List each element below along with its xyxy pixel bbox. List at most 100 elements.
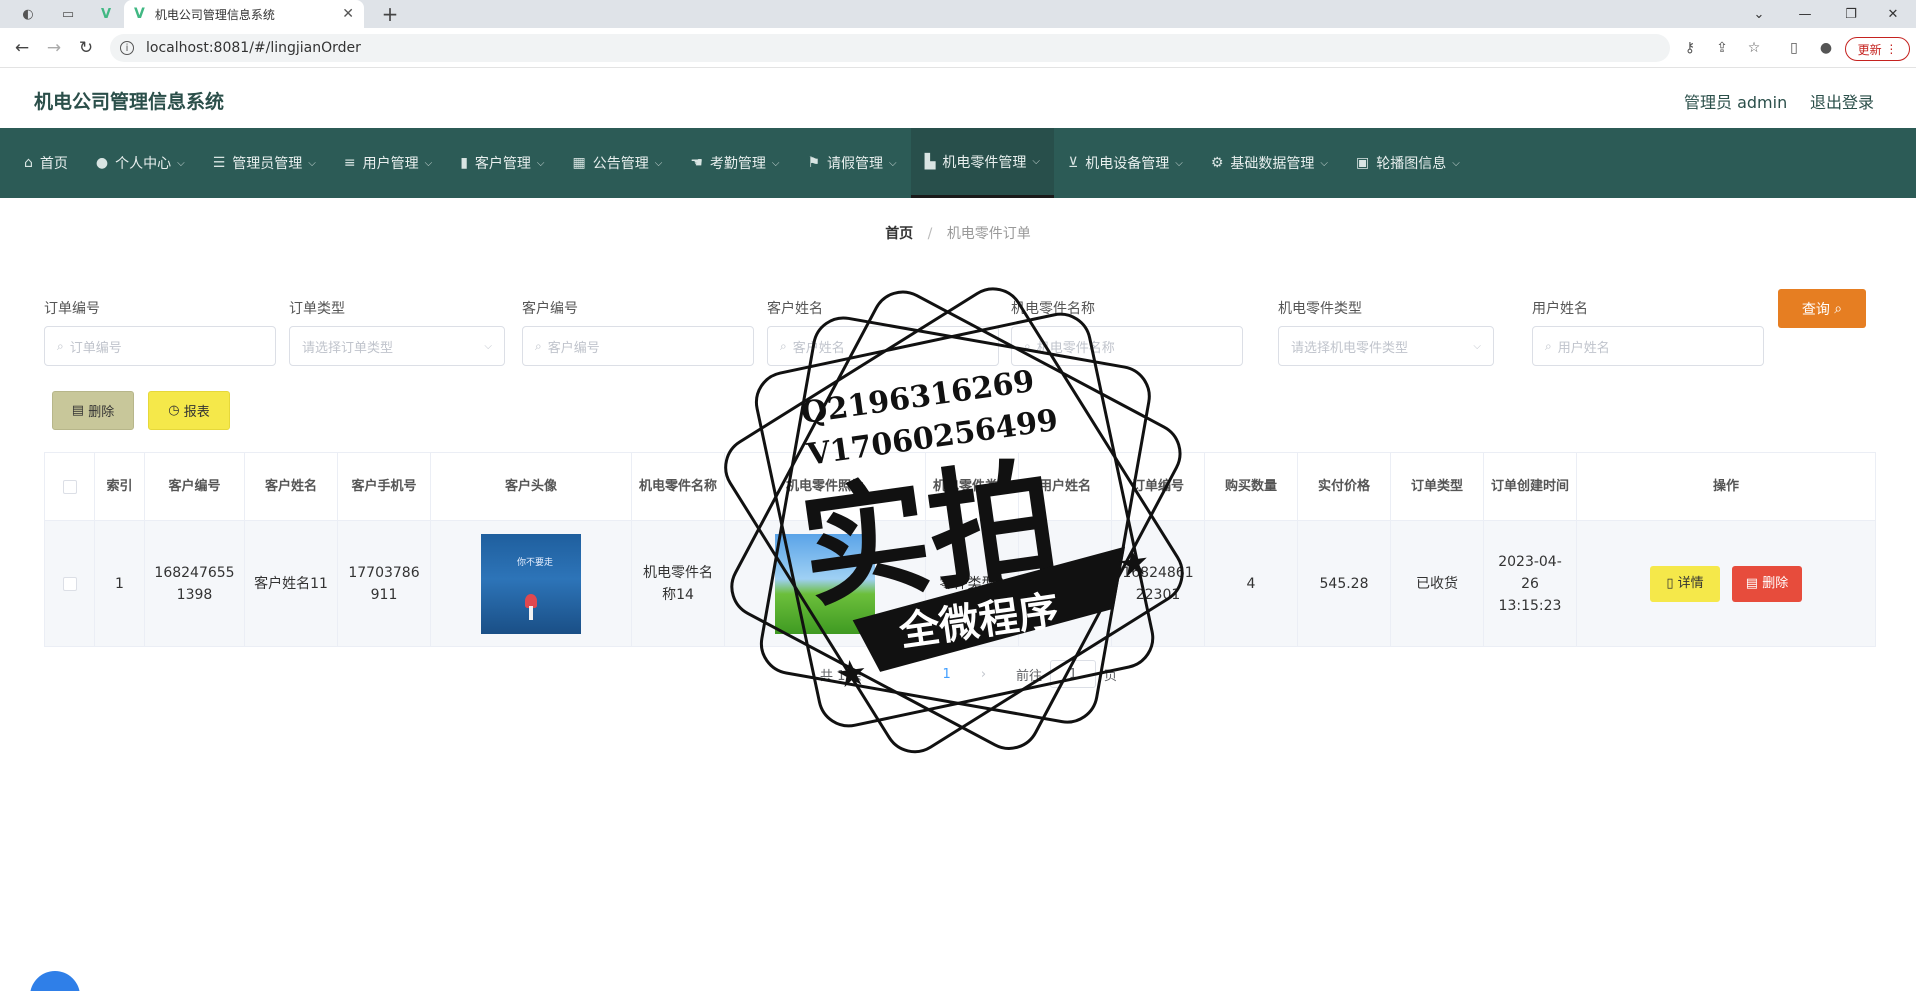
query-button[interactable]: 查询 ⌕ [1778,289,1866,328]
nav-label: 考勤管理 [709,156,766,172]
gear-icon: ⚙ [1210,155,1224,171]
bookmark-star-icon[interactable]: ☆ [1742,36,1766,60]
mic-icon: ⊻ [1068,155,1079,171]
nav-item-personal[interactable]: ● 个人中心 ⌵ [82,128,199,198]
report-button[interactable]: ◷ 报表 [148,391,230,430]
chevron-down-icon: ⌵ [889,157,897,169]
row-checkbox[interactable] [62,576,77,591]
cell-index: 1 [95,521,145,646]
close-tab-icon[interactable]: ✕ [342,6,354,22]
cell-created-at: 2023-04-26 13:15:23 [1484,521,1577,646]
customer-avatar[interactable]: 你不要走 [481,533,581,634]
share-icon[interactable]: ⇪ [1710,36,1734,60]
minimize-button[interactable]: — [1782,0,1828,28]
chevron-down-icon: ⌵ [424,157,433,169]
list-icon: ≡ [343,155,356,171]
col-order-type: 订单类型 [1391,453,1484,520]
nav-label: 轮播图信息 [1376,156,1447,172]
cell-customer-name: 客户姓名11 [245,521,338,646]
chevron-down-icon: ⌵ [1473,340,1481,352]
star-icon: ★ [833,652,871,697]
nav-item-carousel[interactable]: ▣ 轮播图信息 ⌵ [1342,128,1474,198]
breadcrumb-current: 机电零件订单 [946,226,1031,242]
globe-tab-icon[interactable]: ◐ [14,4,42,24]
grid-icon: ▦ [572,155,586,171]
nav-item-admin[interactable]: ☰ 管理员管理 ⌵ [199,128,330,198]
search-icon: ⌕ [535,338,542,353]
nav-item-equipment[interactable]: ⊻ 机电设备管理 ⌵ [1054,128,1197,198]
key-icon[interactable]: ⚷ [1678,36,1702,60]
nav-label: 个人中心 [115,156,172,172]
flag-icon: ⚑ [807,155,821,171]
vue-tab-icon[interactable]: V [92,4,120,24]
cell-customer-no: 1682476551398 [145,521,245,646]
vue-favicon-icon: V [134,6,145,22]
reload-icon[interactable]: ↻ [74,36,98,60]
nav-item-customers[interactable]: ▮ 客户管理 ⌵ [446,128,558,198]
part-type-select[interactable]: 请选择机电零件类型 ⌵ [1278,326,1494,366]
chevron-down-icon: ⌵ [484,340,492,352]
avatar-figure [529,605,533,620]
star-icon: ★ [1115,541,1153,586]
chevron-down-icon: ⌵ [1320,157,1329,169]
order-type-label: 订单类型 [289,301,345,317]
floating-badge[interactable] [30,971,80,991]
url-field[interactable]: i localhost:8081/#/lingjianOrder [110,34,1670,62]
blank-tab-icon[interactable]: ▭ [54,4,82,24]
query-label: 查询 [1801,301,1830,318]
nav-label: 机电零件管理 [942,154,1027,171]
nav-item-basedata[interactable]: ⚙ 基础数据管理 ⌵ [1197,128,1342,198]
document-icon: ▯ [1666,575,1674,591]
tab-search-icon[interactable]: ⌄ [1736,0,1782,28]
col-customer-name: 客户姓名 [245,453,338,520]
new-tab-button[interactable]: + [378,2,402,26]
order-type-select[interactable]: 请选择订单类型 ⌵ [289,326,505,366]
profile-icon[interactable]: ● [1814,36,1838,60]
logout-link[interactable]: 退出登录 [1810,89,1874,113]
batch-delete-button[interactable]: ▤ 删除 [52,391,134,430]
site-info-icon[interactable]: i [120,41,134,55]
detail-button[interactable]: ▯ 详情 [1650,565,1720,602]
nav-item-home[interactable]: ⌂ 首页 [10,128,82,198]
restore-button[interactable]: ❐ [1828,0,1874,28]
cell-actions: ▯ 详情 ▤ 删除 [1577,521,1875,646]
url-text: localhost:8081/#/lingjianOrder [146,40,361,56]
app-title: 机电公司管理信息系统 [34,91,225,113]
customer-no-placeholder: 客户编号 [547,340,600,356]
user-name-input[interactable]: ⌕ 用户姓名 [1532,326,1764,366]
sidebar-icon[interactable]: ▯ [1782,36,1806,60]
nav-item-attendance[interactable]: ☚ 考勤管理 ⌵ [676,128,793,198]
select-all-checkbox[interactable] [62,479,77,494]
order-no-input[interactable]: ⌕ 订单编号 [44,326,276,366]
chevron-down-icon: ⌵ [654,157,663,169]
breadcrumb-home[interactable]: 首页 [885,226,913,242]
row-delete-button[interactable]: ▤ 删除 [1732,565,1802,602]
avatar-caption: 你不要走 [517,557,554,568]
user-icon: ● [95,155,109,171]
user-name-field: 用户姓名 ⌕ 用户姓名 [1532,298,1764,366]
breadcrumb: 首页 / 机电零件订单 [0,223,1916,243]
col-customer-no: 客户编号 [145,453,245,520]
col-quantity: 购买数量 [1205,453,1298,520]
nav-item-leave[interactable]: ⚑ 请假管理 ⌵ [793,128,910,198]
picture-icon: ▣ [1356,155,1370,171]
active-browser-tab[interactable]: V 机电公司管理信息系统 ✕ [124,0,364,28]
app-header: 机电公司管理信息系统 管理员 admin 退出登录 [0,69,1916,128]
back-icon[interactable]: ← [10,36,34,60]
user-name-placeholder: 用户姓名 [1557,340,1610,356]
col-created-at: 订单创建时间 [1484,453,1577,520]
nav-item-users[interactable]: ≡ 用户管理 ⌵ [330,128,446,198]
order-type-placeholder: 请选择订单类型 [302,340,394,356]
nav-item-parts[interactable]: ▙ 机电零件管理 ⌵ [910,128,1055,198]
trash-icon: ▤ [71,403,85,418]
nav-label: 基础数据管理 [1230,156,1315,172]
nav-label: 机电设备管理 [1085,156,1170,172]
close-window-button[interactable]: ✕ [1870,0,1916,28]
nav-item-notices[interactable]: ▦ 公告管理 ⌵ [559,128,677,198]
browser-update-button[interactable]: 更新 ⋮ [1845,37,1910,61]
cell-phone: 17703786911 [338,521,431,646]
forward-icon[interactable]: → [42,36,66,60]
breadcrumb-separator: / [927,226,933,242]
chevron-down-icon: ⌵ [1452,157,1460,169]
home-icon: ⌂ [24,155,33,171]
